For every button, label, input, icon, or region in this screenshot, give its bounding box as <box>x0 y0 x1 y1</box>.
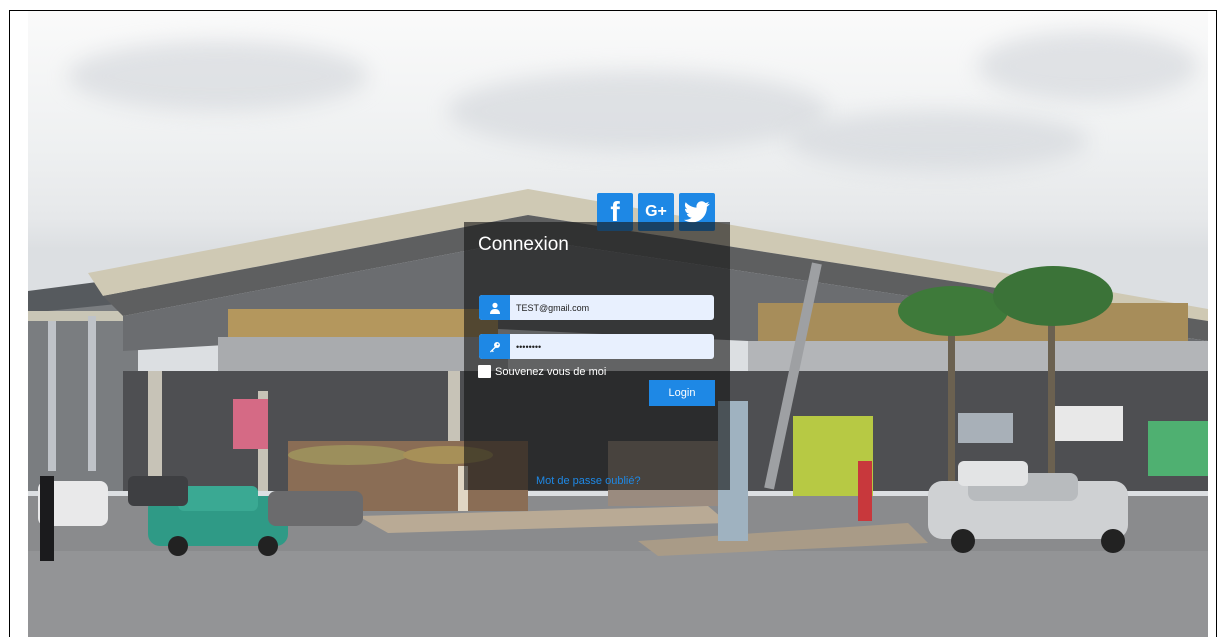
key-icon <box>479 334 510 359</box>
user-icon <box>479 295 510 320</box>
remember-me[interactable]: Souvenez vous de moi <box>478 365 606 378</box>
password-input[interactable] <box>516 334 711 359</box>
email-field[interactable] <box>479 295 714 320</box>
login-button[interactable]: Login <box>649 380 715 406</box>
email-input[interactable] <box>516 295 711 320</box>
password-field[interactable] <box>479 334 714 359</box>
forgot-password-link[interactable]: Mot de passe oublié? <box>536 475 641 487</box>
twitter-icon <box>684 201 710 223</box>
remember-checkbox[interactable] <box>478 365 491 378</box>
remember-label: Souvenez vous de moi <box>495 365 607 378</box>
login-title: Connexion <box>478 234 569 255</box>
google-plus-icon: G+ <box>645 203 667 220</box>
login-panel: Connexion Souvenez vous de moi Login Mot… <box>464 222 730 490</box>
